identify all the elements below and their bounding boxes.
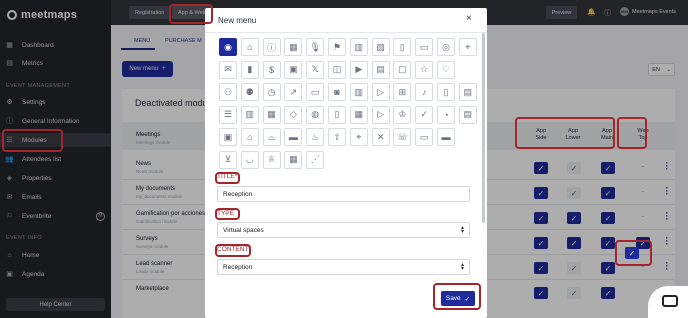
- book-open-icon[interactable]: ▯: [328, 105, 346, 124]
- bars-icon[interactable]: ▥: [240, 105, 259, 124]
- mail-icon[interactable]: ✉: [219, 60, 237, 79]
- group-icon[interactable]: ⚉: [240, 83, 259, 101]
- annotation-save: [433, 283, 481, 310]
- people-icon[interactable]: ⚇: [219, 83, 237, 101]
- close-icon[interactable]: ×: [466, 13, 472, 24]
- modal-title: New menu: [218, 16, 257, 25]
- pin-icon[interactable]: ⌖: [458, 38, 477, 56]
- x-icon[interactable]: 𝕏: [306, 60, 325, 79]
- title-input[interactable]: Reception: [217, 186, 470, 202]
- cup-icon[interactable]: ◡: [240, 150, 259, 169]
- palette-icon[interactable]: ◉: [219, 38, 237, 56]
- type-select[interactable]: Virtual spaces ▴ ▾: [217, 222, 470, 238]
- mic-icon[interactable]: 🎙: [306, 38, 325, 56]
- cloche-icon[interactable]: ⌓: [262, 128, 281, 146]
- rocket-icon[interactable]: ⇧: [328, 128, 346, 146]
- qr-icon[interactable]: ▦: [284, 150, 303, 169]
- diamond-icon[interactable]: ◇: [284, 105, 303, 124]
- car-icon[interactable]: ▬: [437, 128, 455, 146]
- building-icon[interactable]: ▦: [262, 105, 281, 124]
- phone-call-icon[interactable]: ☏: [393, 128, 412, 146]
- chat-widget[interactable]: [648, 286, 688, 318]
- chart-icon[interactable]: ▥: [349, 83, 368, 101]
- box-icon[interactable]: ▢: [393, 60, 412, 79]
- heart-icon[interactable]: ♡: [437, 60, 455, 79]
- pie-icon[interactable]: ◔: [437, 105, 455, 124]
- bell-icon[interactable]: ♪: [415, 83, 434, 101]
- clock-icon[interactable]: ◷: [262, 83, 281, 101]
- gift-icon[interactable]: ⊞: [393, 83, 412, 101]
- check-circle-icon[interactable]: ✓: [415, 105, 434, 124]
- checkbox-web-top-surveys[interactable]: ✓: [625, 247, 639, 259]
- trophy2-icon[interactable]: ♕: [262, 150, 281, 169]
- calculator-icon[interactable]: ▣: [284, 60, 303, 79]
- location-icon[interactable]: ⌖: [349, 128, 368, 146]
- new-menu-modal: New menu × ◉ ⌂ ⓘ ▦ 🎙 ⚑ ▥ ▨ ▯ ▭ ◎ ⌖ ✉ ▮ $ ▣ 𝕏 ◫ ▶ ▤ ▢ ☆ ♡ ⚇ ⚉ ◷ ↗ ▭ ◙…: [205, 8, 487, 318]
- modal-divider: [205, 32, 487, 33]
- note-icon[interactable]: ▤: [458, 105, 477, 124]
- globe-icon[interactable]: ◍: [306, 105, 325, 124]
- list-icon[interactable]: ☰: [219, 105, 237, 124]
- chef-icon[interactable]: ♨: [306, 128, 325, 146]
- play-icon[interactable]: ▷: [371, 105, 390, 124]
- flag-icon[interactable]: ⚑: [328, 38, 346, 56]
- star-icon[interactable]: ☆: [415, 60, 434, 79]
- table-icon[interactable]: ▦: [349, 105, 368, 124]
- content-select[interactable]: Reception ▴ ▾: [217, 259, 470, 275]
- cart-icon[interactable]: ⊻: [219, 150, 237, 169]
- youtube-icon[interactable]: ▶: [349, 60, 368, 79]
- annotation-modules: [2, 129, 63, 152]
- bed-icon[interactable]: ▬: [284, 128, 303, 146]
- chat-icon[interactable]: ▭: [306, 83, 325, 101]
- modal-scrollbar[interactable]: [482, 33, 485, 223]
- share-icon[interactable]: ⋰: [306, 150, 325, 169]
- camera-icon[interactable]: ◙: [328, 83, 346, 101]
- instagram-icon[interactable]: ◫: [328, 60, 346, 79]
- book-icon[interactable]: ▮: [240, 60, 259, 79]
- target-icon[interactable]: ◎: [437, 38, 455, 56]
- cross-icon[interactable]: ✕: [371, 128, 390, 146]
- type-select-value: Virtual spaces: [223, 226, 264, 234]
- trend-icon[interactable]: ↗: [284, 83, 303, 101]
- annotation-content: [215, 244, 251, 257]
- home-icon[interactable]: ⌂: [240, 38, 259, 56]
- ticket-icon[interactable]: ▤: [371, 60, 390, 79]
- image-icon[interactable]: ▨: [371, 38, 390, 56]
- annotation-app-web: [169, 4, 213, 24]
- annotation-title: [215, 172, 240, 184]
- annotation-type: [215, 208, 240, 220]
- folder-icon[interactable]: ▭: [415, 38, 434, 56]
- select-caret-icon: ▴ ▾: [460, 262, 464, 272]
- file-icon[interactable]: ▯: [393, 38, 412, 56]
- coupon-icon[interactable]: ▣: [219, 128, 237, 146]
- annotation-app-columns: [515, 117, 615, 149]
- select-caret-icon: ▴ ▾: [460, 225, 464, 235]
- laptop-icon[interactable]: ▭: [415, 128, 434, 146]
- chat-icon: [662, 295, 678, 307]
- annotation-web-top: [617, 117, 647, 149]
- calendar-icon[interactable]: ▦: [284, 38, 303, 56]
- notebook-icon[interactable]: ▤: [458, 83, 477, 101]
- video-icon[interactable]: ▷: [371, 83, 390, 101]
- content-select-value: Reception: [223, 263, 253, 271]
- dollar-icon[interactable]: $: [262, 60, 281, 79]
- trophy-icon[interactable]: ♔: [393, 105, 412, 124]
- info-icon[interactable]: ⓘ: [262, 38, 281, 56]
- phone-icon[interactable]: ▯: [437, 83, 455, 101]
- shop-icon[interactable]: ⌂: [240, 128, 259, 146]
- map-icon[interactable]: ▥: [349, 38, 368, 56]
- title-input-value: Reception: [223, 190, 253, 198]
